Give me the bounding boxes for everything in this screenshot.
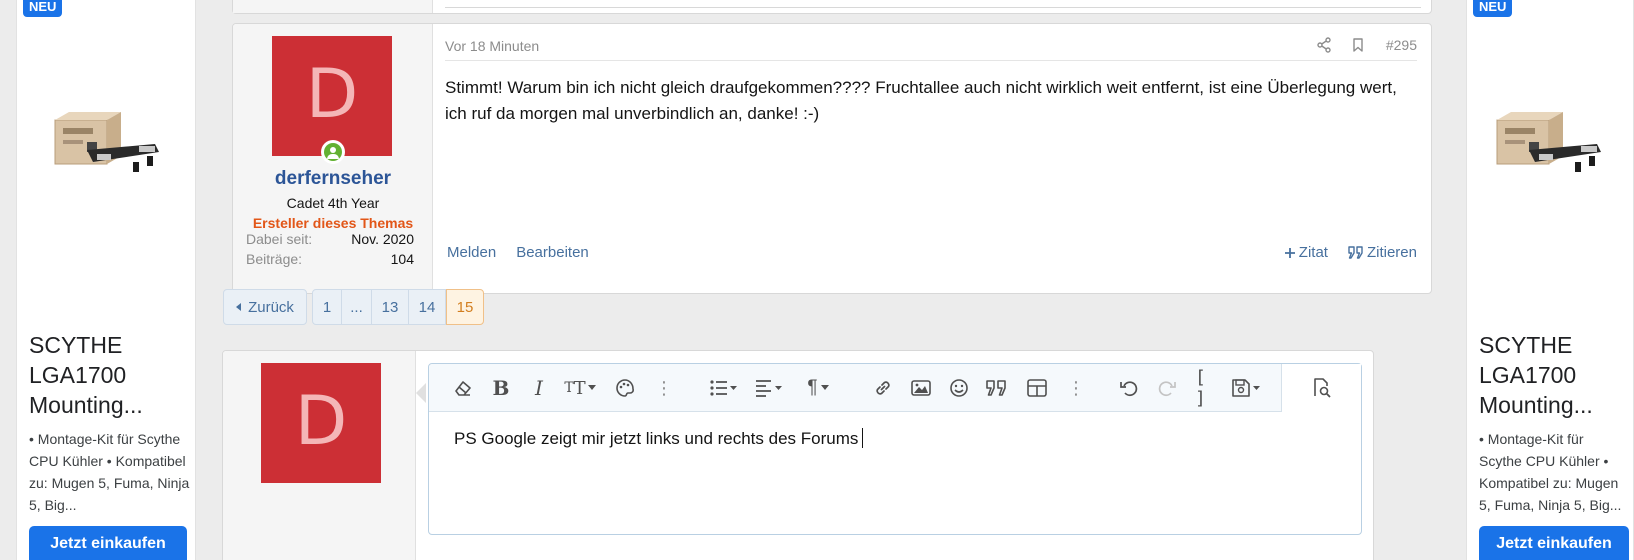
- stat-joined: Dabei seit: Nov. 2020: [246, 231, 414, 247]
- username[interactable]: derfernseher: [233, 168, 433, 190]
- ad-title[interactable]: SCYTHE LGA1700 Mounting...: [1479, 330, 1629, 420]
- ad-right[interactable]: NEU SCYTHE LGA1700 Mounting... • Montage…: [1466, 0, 1634, 560]
- multi-quote-label: Zitat: [1298, 244, 1328, 261]
- editor-text: PS Google zeigt mir jetzt links und rech…: [454, 429, 859, 448]
- report-link[interactable]: Melden: [447, 244, 496, 261]
- align-icon[interactable]: [751, 376, 787, 400]
- more-options-icon[interactable]: ⋮: [655, 378, 673, 398]
- page-link[interactable]: 1: [312, 289, 342, 325]
- plus-icon: [1284, 247, 1295, 258]
- ad-description: • Montage-Kit für Scythe CPU Kühler • Ko…: [1479, 431, 1622, 513]
- post-meta-actions: #295: [1316, 37, 1417, 53]
- edit-link[interactable]: Bearbeiten: [516, 244, 589, 261]
- italic-icon[interactable]: I: [527, 376, 551, 400]
- caret-left-icon: [236, 303, 242, 311]
- redo-icon: [1155, 376, 1179, 400]
- save-draft-icon[interactable]: [1229, 376, 1263, 400]
- post-content: Stimmt! Warum bin ich nicht gleich drauf…: [445, 78, 1397, 123]
- emoji-icon[interactable]: [947, 376, 971, 400]
- pagination-back-label: Zurück: [248, 298, 294, 316]
- online-user-glyph-head: [330, 147, 336, 153]
- stat-posts: Beiträge: 104: [246, 251, 414, 267]
- undo-icon[interactable]: [1117, 376, 1141, 400]
- paragraph-icon[interactable]: ¶: [801, 376, 835, 400]
- quote-label: Zitieren: [1366, 244, 1417, 261]
- ad-shop-button[interactable]: Jetzt einkaufen: [1479, 526, 1629, 560]
- post-actions-right: Zitat Zitieren: [1284, 244, 1417, 261]
- post-number[interactable]: #295: [1386, 37, 1417, 53]
- page-link[interactable]: 13: [372, 289, 409, 325]
- palette-icon[interactable]: [613, 376, 637, 400]
- bookmark-icon[interactable]: [1350, 37, 1366, 53]
- page-current[interactable]: 15: [446, 289, 484, 325]
- multi-quote-button[interactable]: Zitat: [1284, 244, 1328, 261]
- bold-icon[interactable]: B: [489, 376, 513, 400]
- list-icon[interactable]: [705, 376, 741, 400]
- quote-button[interactable]: Zitieren: [1348, 244, 1417, 261]
- avatar: D: [261, 363, 381, 483]
- pagination: 1 ... 13 14 15: [312, 289, 484, 325]
- user-title: Cadet 4th Year: [286, 195, 380, 211]
- divider: [445, 7, 1421, 8]
- link-icon[interactable]: [871, 376, 895, 400]
- bbcode-toggle-icon[interactable]: [ ]: [1195, 367, 1219, 409]
- pagination-back-button[interactable]: Zurück: [223, 289, 307, 325]
- editor-content[interactable]: PS Google zeigt mir jetzt links und rech…: [454, 428, 864, 449]
- thread-starter-badge: Ersteller dieses Themas: [252, 215, 414, 231]
- stat-value: Nov. 2020: [351, 231, 414, 247]
- avatar[interactable]: D: [272, 36, 392, 156]
- text-caret: [862, 428, 864, 448]
- stat-label: Beiträge:: [246, 251, 303, 267]
- post-user-cell: D derfernseher Cadet 4th Year Ersteller …: [233, 24, 433, 293]
- quick-reply: D B I TT ⋮ ¶ ⋮ [] PS Google zeigt mir j…: [222, 350, 1374, 560]
- forum-post: D derfernseher Cadet 4th Year Ersteller …: [232, 23, 1432, 294]
- quote-icon[interactable]: [985, 376, 1009, 400]
- ad-description: • Montage-Kit für Scythe CPU Kühler • Ko…: [29, 431, 190, 513]
- ad-left[interactable]: NEU SCYTHE LGA1700 Mounting... • Montage…: [16, 0, 196, 560]
- page-link[interactable]: 14: [409, 289, 446, 325]
- previous-post: [232, 0, 1432, 14]
- editor-toolbar: B I TT ⋮ ¶ ⋮ []: [429, 364, 1361, 412]
- ad-badge: NEU: [1473, 0, 1513, 17]
- page-jump[interactable]: ...: [342, 289, 372, 325]
- share-icon[interactable]: [1316, 37, 1332, 53]
- stat-value: 104: [390, 251, 414, 267]
- online-user-glyph-body: [327, 154, 339, 159]
- stat-label: Dabei seit:: [246, 231, 313, 247]
- quote-icon: [1348, 245, 1363, 259]
- ad-title[interactable]: SCYTHE LGA1700 Mounting...: [29, 330, 194, 420]
- product-image[interactable]: [47, 112, 167, 192]
- post-time[interactable]: Vor 18 Minuten: [445, 38, 539, 54]
- ad-badge: NEU: [23, 0, 63, 17]
- post-actions-left: Melden Bearbeiten: [447, 244, 589, 261]
- reply-arrow: [416, 383, 426, 403]
- more-options-icon[interactable]: ⋮: [1067, 378, 1085, 398]
- text-size-icon[interactable]: TT: [561, 376, 599, 400]
- image-icon[interactable]: [909, 376, 933, 400]
- table-icon[interactable]: [1025, 376, 1049, 400]
- reply-editor[interactable]: B I TT ⋮ ¶ ⋮ [] PS Google zeigt mir jet…: [428, 363, 1362, 535]
- post-meta: Vor 18 Minuten #295: [445, 37, 1417, 61]
- preview-button[interactable]: [1281, 364, 1361, 412]
- reply-user-cell: D: [223, 351, 416, 560]
- ad-shop-button[interactable]: Jetzt einkaufen: [29, 526, 187, 560]
- preview-icon: [1314, 378, 1331, 398]
- product-image[interactable]: [1489, 112, 1609, 192]
- eraser-icon[interactable]: [451, 376, 475, 400]
- previous-post-user-cell: [233, 0, 433, 13]
